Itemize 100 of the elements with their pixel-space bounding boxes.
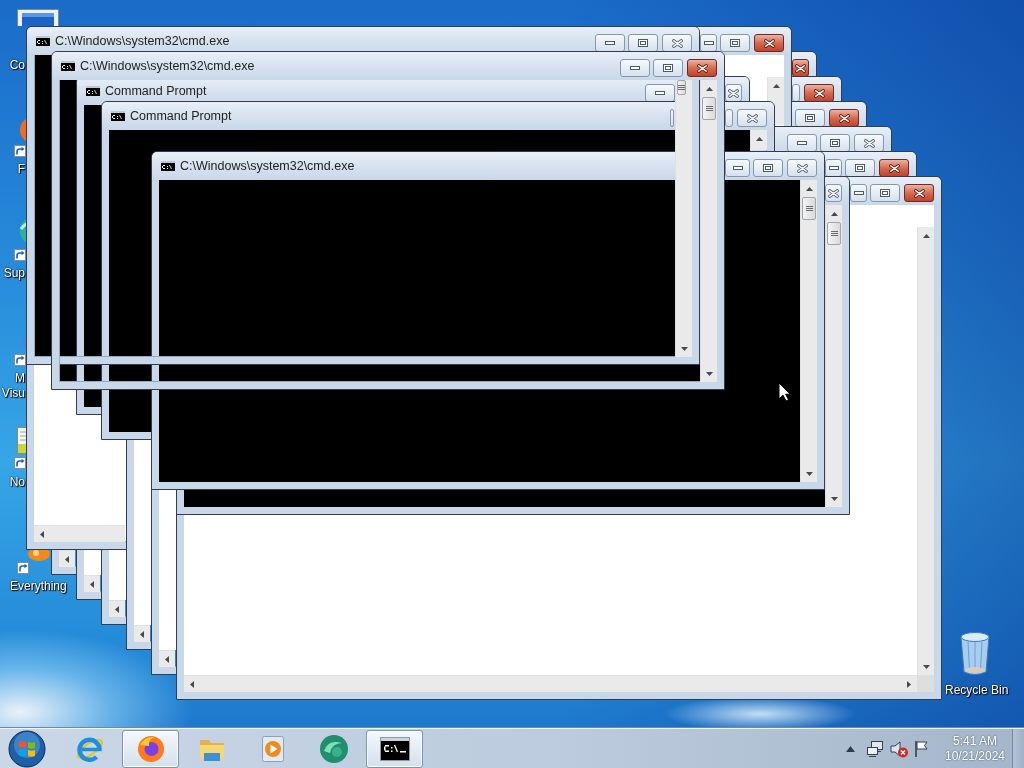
maximize-icon [638, 39, 648, 47]
vertical-scrollbar[interactable] [800, 180, 817, 482]
clock-time[interactable]: 5:41 AM [953, 733, 997, 749]
maximize-icon [830, 139, 840, 147]
icon-label[interactable]: F [17, 162, 25, 176]
vertical-scrollbar[interactable] [825, 205, 842, 507]
caret-left-icon [140, 631, 144, 638]
close-icon [746, 113, 758, 123]
maximize-button[interactable] [653, 59, 683, 77]
recycle-bin-icon[interactable] [958, 630, 992, 678]
caret-left-icon [115, 606, 119, 613]
maximize-icon [730, 39, 740, 47]
grip-icon [805, 206, 813, 211]
scroll-thumb[interactable] [677, 80, 686, 95]
caret-left-icon [165, 656, 169, 663]
scroll-thumb[interactable] [702, 97, 716, 120]
vertical-scrollbar[interactable] [675, 80, 692, 357]
close-button[interactable] [825, 184, 842, 202]
caret-up-icon [772, 83, 780, 88]
minimize-button[interactable] [787, 134, 817, 152]
minimize-icon [797, 141, 807, 145]
minimize-icon [655, 91, 665, 95]
minimize-icon [703, 41, 714, 45]
start-orb-icon[interactable] [8, 729, 46, 768]
grip-icon [705, 106, 713, 111]
close-button[interactable] [879, 159, 909, 177]
maximize-button[interactable] [628, 34, 658, 52]
maximize-button[interactable] [845, 159, 875, 177]
clock-date[interactable]: 10/21/2024 [944, 748, 1006, 764]
speaker-icon[interactable] [889, 739, 909, 758]
grip-icon [678, 85, 685, 90]
icon-label[interactable]: Everything [10, 579, 67, 593]
maximize-button[interactable] [753, 159, 783, 177]
network-icon[interactable] [865, 739, 885, 758]
grip-icon [830, 231, 838, 236]
close-button[interactable] [687, 59, 717, 77]
icon-label[interactable]: M [15, 371, 25, 385]
computer-icon[interactable] [14, 6, 60, 26]
console-icon [161, 161, 175, 171]
window-title: C:\Windows\system32\cmd.exe [55, 33, 230, 50]
close-button[interactable] [904, 184, 934, 202]
maximize-button[interactable] [820, 134, 850, 152]
minimize-button[interactable] [850, 184, 867, 202]
taskbar-button[interactable] [366, 729, 423, 768]
minimize-icon [853, 191, 864, 195]
caret-left-icon [40, 531, 44, 538]
caret-left-icon [65, 556, 69, 563]
app-icon [135, 733, 166, 764]
close-button[interactable] [725, 84, 742, 102]
close-icon [796, 163, 808, 173]
maximize-icon [763, 164, 773, 172]
caret-up-icon [830, 211, 838, 216]
minimize-button[interactable] [825, 159, 842, 177]
icon-label[interactable]: Co [9, 58, 25, 72]
minimize-button[interactable] [595, 34, 625, 52]
caret-up-icon [755, 136, 763, 141]
caret-down-icon [705, 371, 713, 376]
icon-label[interactable]: No [9, 475, 25, 489]
close-button[interactable] [829, 109, 859, 127]
minimize-button[interactable] [700, 34, 717, 52]
icon-label[interactable]: Sup [3, 266, 25, 280]
vertical-scrollbar[interactable] [917, 227, 934, 675]
console-icon [36, 36, 50, 46]
vertical-scrollbar[interactable] [700, 80, 717, 382]
caret-left-icon [90, 581, 94, 588]
caret-right-icon [907, 681, 911, 688]
maximize-button[interactable] [792, 84, 800, 102]
icon-label[interactable]: Recycle Bin [945, 683, 1009, 697]
window-title: C:\Windows\system32\cmd.exe [80, 58, 255, 75]
close-icon [828, 188, 839, 198]
close-icon [671, 38, 683, 48]
maximize-icon [663, 64, 673, 72]
close-icon [863, 138, 875, 148]
caret-left-icon [190, 681, 194, 688]
horizontal-scrollbar[interactable] [34, 525, 125, 542]
scroll-thumb[interactable] [827, 222, 841, 245]
minimize-button[interactable] [620, 59, 650, 77]
close-button[interactable] [804, 84, 834, 102]
show-desktop-button[interactable] [1012, 728, 1024, 768]
maximize-button[interactable] [795, 109, 825, 127]
caret-down-icon [922, 664, 930, 669]
maximize-button[interactable] [870, 184, 900, 202]
app-icon[interactable] [317, 732, 350, 765]
close-button[interactable] [854, 134, 884, 152]
scroll-thumb[interactable] [802, 197, 816, 220]
caret-up-icon[interactable] [846, 745, 855, 752]
close-icon [696, 63, 708, 73]
close-button[interactable] [662, 34, 692, 52]
window-title: C:\Windows\system32\cmd.exe [180, 158, 355, 175]
caret-down-icon [805, 471, 813, 476]
flag-icon[interactable] [913, 739, 931, 758]
app-shortcut-icon[interactable] [14, 550, 51, 576]
horizontal-scrollbar[interactable] [184, 675, 917, 692]
close-button[interactable] [792, 59, 809, 77]
maximize-button[interactable] [720, 34, 750, 52]
icon-label[interactable]: Visu [1, 386, 25, 400]
minimize-button[interactable] [645, 84, 675, 102]
scrollbar-corner [917, 675, 934, 692]
minimize-button[interactable] [725, 159, 750, 177]
close-button[interactable] [754, 34, 784, 52]
